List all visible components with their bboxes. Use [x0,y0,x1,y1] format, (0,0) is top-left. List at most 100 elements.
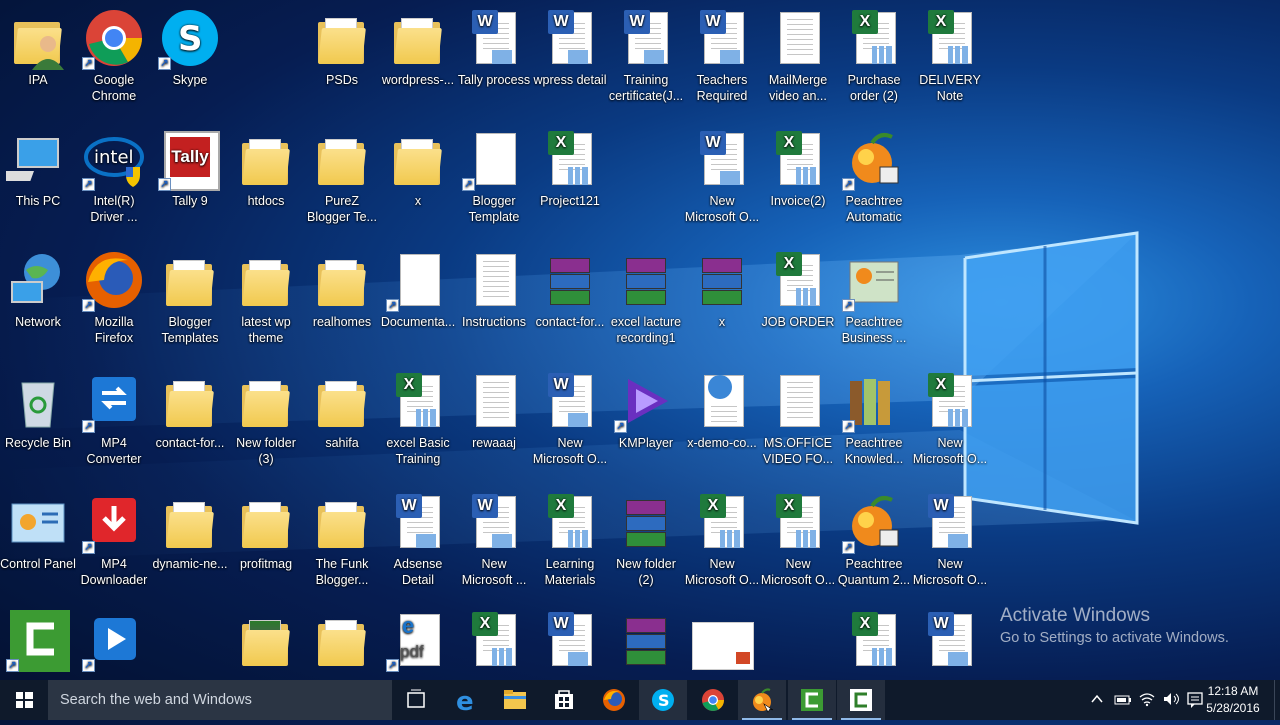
desktop-icon-new-microsoft-o[interactable]: X New Microsoft O... [760,490,836,588]
taskbar-skype[interactable]: S [639,680,687,720]
desktop-icon-purchase-order-2[interactable]: X Purchase order (2) [836,6,912,104]
desktop-icon-mp4-downloader[interactable]: ↗ MP4 Downloader [76,490,152,588]
taskbar-firefox[interactable] [590,680,638,720]
taskbar-camtasia[interactable] [788,680,836,720]
desktop-icon-blogger-templates[interactable]: Blogger Templates [152,248,228,346]
desktop-icon-word[interactable]: W [532,608,608,674]
desktop-icon-sahifa[interactable]: sahifa [304,369,380,451]
desktop-icon-new-microsoft-o[interactable]: X New Microsoft O... [684,490,760,588]
desktop-icon-x-demo-co[interactable]: x-demo-co... [684,369,760,451]
desktop-icon-google-chrome[interactable]: ↗ Google Chrome [76,6,152,104]
desktop-icon-skype[interactable]: S ↗ Skype [152,6,228,88]
desktop-icon-purez-blogger-te[interactable]: PureZ Blogger Te... [304,127,380,225]
desktop-icon-excel-basic-training[interactable]: Xexcel Basic Training [380,369,456,467]
firefox-icon: ↗ [82,248,146,312]
volume-icon[interactable] [1162,691,1182,707]
desktop-icon-new-folder-3[interactable]: New folder (3) [228,369,304,467]
desktop-icon-rar[interactable] [608,608,684,674]
shortcut-arrow-icon: ↗ [82,178,95,191]
word-icon: W [614,6,678,70]
desktop-icon-delivery-note[interactable]: X DELIVERY Note [912,6,988,104]
taskbar-edge[interactable]: e [442,680,490,720]
desktop-icon-peachtree-quantum-2[interactable]: ↗ Peachtree Quantum 2... [836,490,912,588]
desktop-icon-teachers-required[interactable]: W Teachers Required [684,6,760,104]
desktop-icon-x[interactable]: x [380,127,456,209]
desktop-icon-camtasia[interactable]: ↗ [0,608,76,674]
desktop-icon-invoice-2[interactable]: X Invoice(2) [760,127,836,209]
desktop-icon-pdf[interactable]: e pdf ↗ [380,608,456,674]
desktop-icon-mozilla-firefox[interactable]: ↗ Mozilla Firefox [76,248,152,346]
show-desktop-button[interactable] [1274,680,1280,720]
desktop-icon-contact-for[interactable]: contact-for... [152,369,228,451]
desktop-icon-the-funk-blogger[interactable]: The Funk Blogger... [304,490,380,588]
desktop-icon-excel-lacture-recording1[interactable]: excel lacture recording1 [608,248,684,346]
desktop-icon-label: KMPlayer [618,436,674,450]
desktop-icon-new-microsoft-o[interactable]: X New Microsoft O... [912,369,988,467]
taskbar-file-explorer[interactable] [491,680,539,720]
desktop-icon-recycle-bin[interactable]: Recycle Bin [0,369,76,451]
desktop-icon-intel-r-driver[interactable]: intel ↗ Intel(R) Driver ... [76,127,152,225]
desktop-icon-dynamic-ne[interactable]: dynamic-ne... [152,490,228,572]
desktop-icon-peachtree-automatic-b[interactable]: ↗ Peachtree Automatic B... [836,127,912,225]
desktop-icon-new-microsoft-o[interactable]: W New Microsoft O... [532,369,608,467]
desktop-icon-instructions[interactable]: Instructions [456,248,532,330]
desktop-icon-htdocs[interactable]: htdocs [228,127,304,209]
desktop-icon-new-microsoft-o[interactable]: W New Microsoft O... [912,490,988,588]
desktop-icon-new-microsoft[interactable]: W New Microsoft ... [456,490,532,588]
desktop-icon-peachtree-business[interactable]: ↗ Peachtree Business ... [836,248,912,346]
desktop-icon-control-panel[interactable]: Control Panel [0,490,76,572]
desktop-icon-player[interactable]: ↗ [76,608,152,674]
clock[interactable]: 12:18 AM 5/28/2016 [1198,683,1268,717]
desktop-icon-tally-9[interactable]: Tally ↗ Tally 9 [152,127,228,209]
wifi-icon[interactable] [1138,691,1156,707]
taskbar-camtasia-recorder[interactable] [837,680,885,720]
task-view-button[interactable] [392,680,440,720]
desktop-icon-label: Peachtree Knowled... [844,436,904,466]
desktop-icon-tally-process[interactable]: W Tally process [456,6,532,88]
taskbar-chrome[interactable] [689,680,737,720]
taskbar-store[interactable] [540,680,588,720]
desktop-icon-peachtree-knowled[interactable]: ↗ Peachtree Knowled... [836,369,912,467]
desktop-icon-excel[interactable]: X [836,608,912,674]
desktop-icon-new-folder-2[interactable]: New folder (2) [608,490,684,588]
start-button[interactable] [0,680,48,720]
desktop-icon-kmplayer[interactable]: ↗ KMPlayer [608,369,684,451]
desktop-icon-word[interactable]: W [912,608,988,674]
desktop-icon-documenta[interactable]: ↗ Documenta... [380,248,456,330]
desktop-icon-blogger-template[interactable]: ↗ Blogger Template [456,127,532,225]
peach-icon: ↗ [842,127,906,191]
desktop-icon-project121[interactable]: X Project121 [532,127,608,209]
desktop-icon-new-microsoft-o[interactable]: W New Microsoft O... [684,127,760,225]
desktop-icon-network[interactable]: Network [0,248,76,330]
desktop-icon-profitmag[interactable]: profitmag [228,490,304,572]
desktop-icon-this-pc[interactable]: This PC [0,127,76,209]
desktop-icon-psds[interactable]: PSDs [304,6,380,88]
desktop-icon-rewaaaj[interactable]: rewaaaj [456,369,532,451]
desktop-icon-realhomes[interactable]: realhomes [304,248,380,330]
desktop-icon-training-certificate-j[interactable]: W Training certificate(J... [608,6,684,104]
folder-icon [234,248,298,312]
folder-icon [310,369,374,433]
desktop-icon-x[interactable]: x [684,248,760,330]
chevron-up-icon[interactable] [1090,692,1104,706]
taskbar-peachtree[interactable] [738,680,786,720]
battery-icon[interactable] [1114,693,1132,707]
desktop-icon-latest-wp-theme[interactable]: latest wp theme [228,248,304,346]
desktop-icon-adsense-detail[interactable]: W Adsense Detail [380,490,456,588]
desktop-icon-ppt[interactable] [684,608,760,674]
search-input[interactable]: Search the web and Windows [48,680,392,720]
desktop-icon-ms-office-video-fo[interactable]: MS.OFFICE VIDEO FO... [760,369,836,467]
shortcut-arrow-icon: ↗ [386,299,399,312]
desktop-icon-excel[interactable]: X [456,608,532,674]
desktop-icon-wordpress[interactable]: wordpress-... [380,6,456,88]
desktop-icon-mp4-converter[interactable]: ↗ MP4 Converter [76,369,152,467]
desktop-icon-folderbook[interactable] [228,608,304,674]
desktop-icon-folder[interactable] [304,608,380,674]
word-icon: W [538,6,602,70]
desktop-icon-contact-for[interactable]: contact-for... [532,248,608,330]
desktop-icon-mailmerge-video-an[interactable]: MailMerge video an... [760,6,836,104]
desktop-icon-learning-materials[interactable]: X Learning Materials [532,490,608,588]
desktop-icon-job-order[interactable]: X JOB ORDER [760,248,836,330]
desktop-icon-ipa[interactable]: IPA [0,6,76,88]
desktop-icon-wpress-detail[interactable]: Wwpress detail [532,6,608,88]
